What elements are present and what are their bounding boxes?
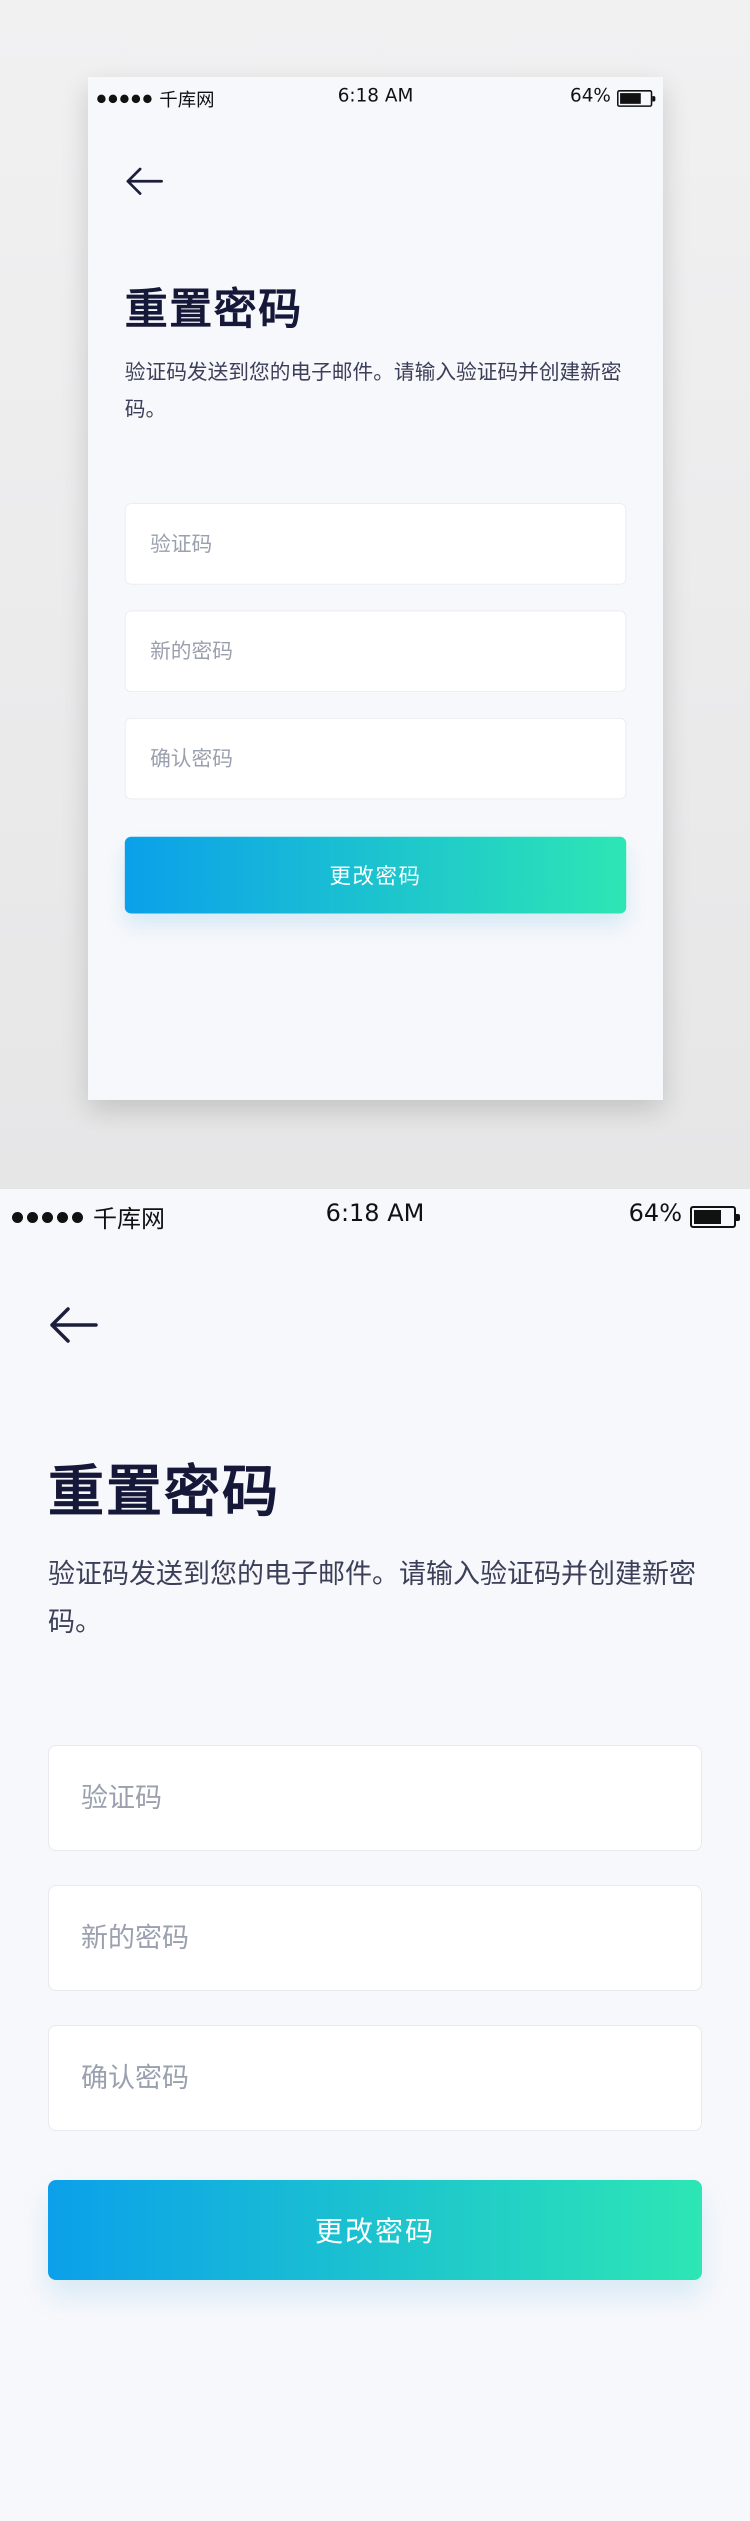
back-button[interactable] [123, 163, 166, 200]
battery-percentage: 64% [628, 1199, 682, 1227]
confirm-password-input[interactable] [48, 2025, 702, 2131]
page-description: 验证码发送到您的电子邮件。请输入验证码并创建新密码。 [48, 1559, 696, 1638]
preview-background: 千库网 6:18 AM 64% 重置密码 验证码发送到您的电子邮件。请输入验证码… [0, 0, 750, 1188]
battery-icon [690, 1206, 740, 1228]
reset-password-screen: 千库网 6:18 AM 64% 重置密码 验证码发送到您的电子邮件。请输入验证码… [88, 77, 663, 1098]
status-bar: 千库网 6:18 AM 64% [0, 1189, 750, 1241]
page-description: 验证码发送到您的电子邮件。请输入验证码并创建新密码。 [124, 360, 622, 422]
back-button[interactable] [46, 1301, 102, 1349]
verification-code-input[interactable] [48, 1745, 702, 1851]
arrow-left-icon [126, 167, 163, 195]
battery-icon [617, 90, 656, 107]
change-password-button[interactable]: 更改密码 [48, 2180, 702, 2280]
phone-preview: 千库网 6:18 AM 64% 重置密码 验证码发送到您的电子邮件。请输入验证码… [88, 77, 663, 1100]
status-bar: 千库网 6:18 AM 64% [88, 77, 663, 117]
reset-password-screen: 千库网 6:18 AM 64% 重置密码 验证码发送到您的电子邮件。请输入验证码… [0, 1189, 750, 2521]
new-password-input[interactable] [48, 1885, 702, 1991]
page-title: 重置密码 [124, 284, 303, 335]
change-password-button[interactable]: 更改密码 [124, 836, 627, 914]
page-title: 重置密码 [48, 1460, 280, 1525]
confirm-password-input[interactable] [124, 717, 627, 800]
arrow-left-icon [50, 1307, 98, 1343]
battery-percentage: 64% [569, 84, 611, 107]
full-screen-view: 千库网 6:18 AM 64% 重置密码 验证码发送到您的电子邮件。请输入验证码… [0, 1189, 750, 2521]
new-password-input[interactable] [124, 610, 627, 692]
verification-code-input[interactable] [124, 503, 627, 585]
